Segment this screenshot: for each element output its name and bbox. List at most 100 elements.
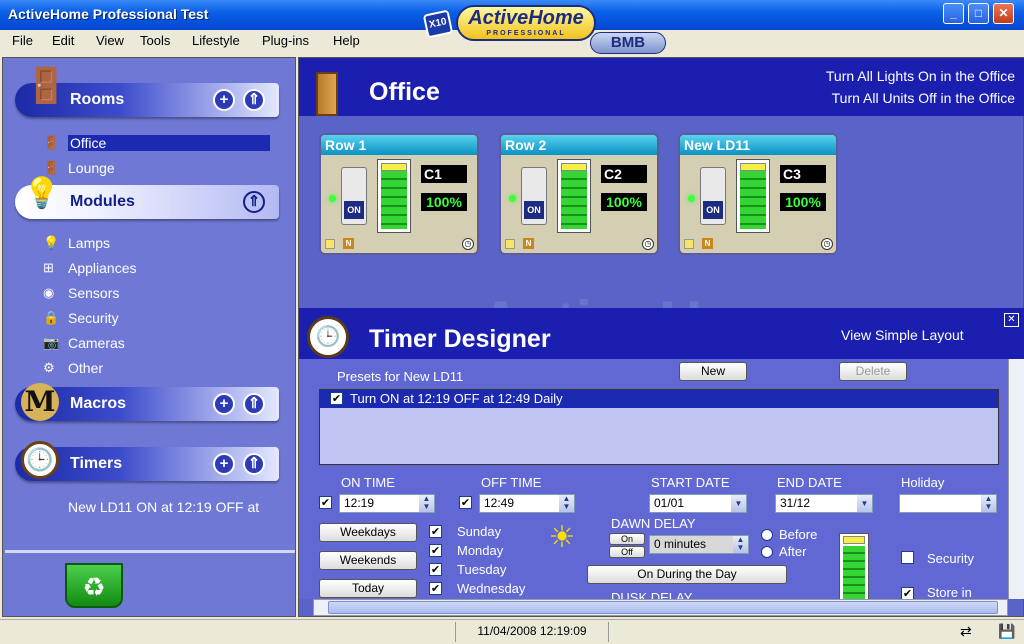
clock-icon[interactable]: ◷ xyxy=(462,238,474,250)
view-simple-layout-link[interactable]: View Simple Layout xyxy=(841,327,964,343)
on-off-switch[interactable]: ON xyxy=(341,167,367,225)
n-badge-icon[interactable]: N xyxy=(702,238,713,249)
presets-list[interactable]: ✔ Turn ON at 12:19 OFF at 12:49 Daily xyxy=(319,389,999,465)
dimmer-slider[interactable] xyxy=(736,159,770,233)
door-icon: 🚪 xyxy=(43,160,60,175)
slider-knob[interactable] xyxy=(381,163,407,171)
monday-checkbox[interactable]: ✔ xyxy=(429,544,442,557)
collapse-rooms-button[interactable]: ⇑ xyxy=(243,89,265,111)
on-during-the-day-button[interactable]: On During the Day xyxy=(587,565,787,584)
clock-icon[interactable]: ◷ xyxy=(642,238,654,250)
collapse-modules-button[interactable]: ⇑ xyxy=(243,191,265,213)
recycle-bin-icon[interactable]: ♻ xyxy=(65,563,123,608)
vertical-scrollbar[interactable] xyxy=(1008,359,1024,599)
weekends-button[interactable]: Weekends xyxy=(319,551,417,570)
start-date-select[interactable]: 01/01 ▼ xyxy=(649,494,747,513)
module-item-lamps[interactable]: 💡 Lamps xyxy=(43,235,110,251)
tuesday-checkbox[interactable]: ✔ xyxy=(429,563,442,576)
on-off-switch[interactable]: ON xyxy=(700,167,726,225)
timer-dimmer-slider[interactable] xyxy=(839,533,869,603)
module-card-row-2[interactable]: Row 2 ON C2 100% N ◷ xyxy=(499,133,659,255)
macros-header[interactable]: M Macros + ⇑ xyxy=(15,383,279,421)
collapse-macros-button[interactable]: ⇑ xyxy=(243,393,265,415)
weekdays-button[interactable]: Weekdays xyxy=(319,523,417,542)
on-time-label: ON TIME xyxy=(341,475,395,490)
slider-knob[interactable] xyxy=(843,536,865,544)
chevron-down-icon[interactable]: ▼ xyxy=(731,495,746,512)
spinner-icon[interactable]: ▲ ▼ xyxy=(733,536,748,553)
note-icon[interactable] xyxy=(505,239,515,249)
preset-checkbox[interactable]: ✔ xyxy=(330,392,343,405)
rooms-header[interactable]: 🚪 Rooms + ⇑ xyxy=(15,69,279,117)
off-time-checkbox[interactable]: ✔ xyxy=(459,496,472,509)
after-radio[interactable] xyxy=(761,546,773,558)
on-time-checkbox[interactable]: ✔ xyxy=(319,496,332,509)
module-item-other[interactable]: ⚙ Other xyxy=(43,360,103,376)
module-level: 100% xyxy=(780,193,826,211)
spinner-icon[interactable]: ▲ ▼ xyxy=(981,495,996,512)
minimize-button[interactable]: _ xyxy=(943,3,964,24)
on-off-switch[interactable]: ON xyxy=(521,167,547,225)
room-item-lounge[interactable]: 🚪 Lounge xyxy=(43,160,115,176)
chevron-down-icon[interactable]: ▼ xyxy=(857,495,872,512)
dawn-on-button[interactable]: On xyxy=(609,533,645,545)
close-button[interactable]: ✕ xyxy=(993,3,1014,24)
new-timer-button[interactable]: New xyxy=(679,362,747,381)
end-date-select[interactable]: 31/12 ▼ xyxy=(775,494,873,513)
collapse-timers-button[interactable]: ⇑ xyxy=(243,453,265,475)
activehome-logo: X10 ActiveHome PROFESSIONAL BMB xyxy=(420,2,680,54)
dimmer-slider[interactable] xyxy=(377,159,411,233)
module-item-cameras[interactable]: 📷 Cameras xyxy=(43,335,125,351)
today-button[interactable]: Today xyxy=(319,579,417,598)
timer-item[interactable]: ⏰ New LD11 ON at 12:19 OFF at xyxy=(68,499,280,515)
horizontal-scrollbar[interactable] xyxy=(313,599,1008,616)
spinner-icon[interactable]: ▲ ▼ xyxy=(559,495,574,512)
room-item-office[interactable]: 🚪 Office xyxy=(43,135,270,151)
add-room-button[interactable]: + xyxy=(213,89,235,111)
dawn-delay-input[interactable]: 0 minutes ▲ ▼ xyxy=(649,535,749,554)
menu-view[interactable]: View xyxy=(96,33,124,48)
security-checkbox[interactable] xyxy=(901,551,914,564)
slider-knob[interactable] xyxy=(740,163,766,171)
menu-edit[interactable]: Edit xyxy=(52,33,74,48)
on-time-input[interactable]: 12:19 ▲ ▼ xyxy=(339,494,435,513)
add-macro-button[interactable]: + xyxy=(213,393,235,415)
module-item-appliances[interactable]: ⊞ Appliances xyxy=(43,260,137,276)
turn-all-units-off-link[interactable]: Turn All Units Off in the Office xyxy=(832,90,1015,106)
module-card-row-1[interactable]: Row 1 ON C1 100% N ◷ xyxy=(319,133,479,255)
n-badge-icon[interactable]: N xyxy=(343,238,354,249)
module-item-security[interactable]: 🔒 Security xyxy=(43,310,119,326)
add-timer-button[interactable]: + xyxy=(213,453,235,475)
timers-header[interactable]: 🕒 Timers + ⇑ xyxy=(15,441,279,481)
turn-all-lights-on-link[interactable]: Turn All Lights On in the Office xyxy=(826,68,1015,84)
note-icon[interactable] xyxy=(325,239,335,249)
dimmer-slider[interactable] xyxy=(557,159,591,233)
note-icon[interactable] xyxy=(684,239,694,249)
save-disk-icon[interactable]: 💾 xyxy=(998,623,1015,640)
preset-row[interactable]: ✔ Turn ON at 12:19 OFF at 12:49 Daily xyxy=(320,390,998,408)
spinner-icon[interactable]: ▲ ▼ xyxy=(419,495,434,512)
off-time-input[interactable]: 12:49 ▲ ▼ xyxy=(479,494,575,513)
module-card-new-ld11[interactable]: New LD11 ON C3 100% N ◷ xyxy=(678,133,838,255)
slider-knob[interactable] xyxy=(561,163,587,171)
menu-file[interactable]: File xyxy=(12,33,33,48)
menu-help[interactable]: Help xyxy=(333,33,360,48)
menu-tools[interactable]: Tools xyxy=(140,33,170,48)
module-item-sensors[interactable]: ◉ Sensors xyxy=(43,285,119,301)
holiday-select[interactable]: ▲ ▼ xyxy=(899,494,997,513)
navigation-pane: 🚪 Rooms + ⇑ 🚪 Office 🚪 Lounge 💡 Modules … xyxy=(2,57,296,617)
maximize-button[interactable]: □ xyxy=(968,3,989,24)
menu-lifestyle[interactable]: Lifestyle xyxy=(192,33,240,48)
before-radio[interactable] xyxy=(761,529,773,541)
wednesday-checkbox[interactable]: ✔ xyxy=(429,582,442,595)
delete-timer-button[interactable]: Delete xyxy=(839,362,907,381)
sunday-checkbox[interactable]: ✔ xyxy=(429,525,442,538)
n-badge-icon[interactable]: N xyxy=(523,238,534,249)
dawn-off-button[interactable]: Off xyxy=(609,546,645,558)
menu-plugins[interactable]: Plug-ins xyxy=(262,33,309,48)
modules-header[interactable]: 💡 Modules ⇑ xyxy=(15,177,279,219)
scrollbar-thumb[interactable] xyxy=(328,601,998,614)
clock-icon[interactable]: ◷ xyxy=(821,238,833,250)
close-timer-designer-icon[interactable]: ✕ xyxy=(1004,313,1019,327)
connection-icon[interactable]: ⇄ xyxy=(960,623,972,640)
